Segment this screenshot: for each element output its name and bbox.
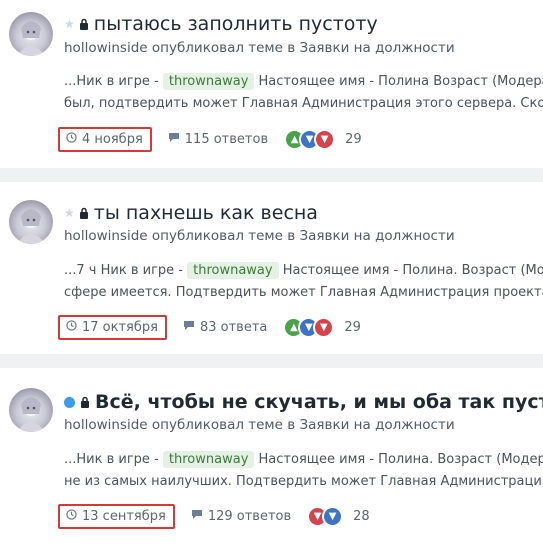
clock-icon <box>66 132 77 147</box>
unread-dot-icon <box>64 396 75 408</box>
byline: hollowinside опубликовал теме в Заявки н… <box>64 228 455 244</box>
reaction-score: 29 <box>344 320 361 335</box>
highlight-tag: thrownaway <box>162 451 255 468</box>
snippet-text: ...Ник в игре - <box>64 452 159 467</box>
reactions[interactable]: ▼ ▼ <box>307 506 344 527</box>
downvote-red-icon: ▼ <box>314 129 336 150</box>
snippet-text: ...Ник в игре - <box>64 74 159 89</box>
avatar[interactable] <box>9 388 53 432</box>
star-icon: ★ <box>64 206 75 220</box>
date-highlight[interactable]: 13 сентября <box>58 504 175 529</box>
comment-icon <box>168 132 180 147</box>
byline-text: опубликовал теме в Заявки на должности <box>151 228 455 244</box>
downvote-blue-icon: ▼ <box>322 506 344 527</box>
answers-count[interactable]: 115 ответов <box>168 132 268 147</box>
thread-title[interactable]: ты пахнешь как весна <box>94 202 318 224</box>
snippet-line: был, подтвердить может Главная Администр… <box>64 96 543 111</box>
snippet-text: Настоящее имя - Полина Возраст (Модерато… <box>258 74 543 89</box>
answers-count[interactable]: 83 ответа <box>183 320 267 335</box>
reactions[interactable]: ▲ ▼ ▼ <box>283 317 335 338</box>
author-link[interactable]: hollowinside <box>64 417 148 433</box>
star-icon: ★ <box>64 17 75 31</box>
clock-icon <box>66 320 77 335</box>
downvote-red-icon: ▼ <box>313 317 335 338</box>
post-date: 17 октября <box>82 320 158 335</box>
thread-card: Всё, чтобы не скучать, и мы оба так пуст… <box>0 368 543 550</box>
snippet-line: не из самых наилучших. Подтвердить может… <box>64 474 543 489</box>
thread-title[interactable]: Всё, чтобы не скучать, и мы оба так пуст… <box>95 391 543 413</box>
byline: hollowinside опубликовал теме в Заявки н… <box>64 40 455 56</box>
thread-card: ★ пытаюсь заполнить пустоту hollowinside… <box>0 0 543 168</box>
byline: hollowinside опубликовал теме в Заявки н… <box>64 417 455 433</box>
thread-card: ★ ты пахнешь как весна hollowinside опуб… <box>0 182 543 354</box>
avatar[interactable] <box>9 12 53 56</box>
date-highlight[interactable]: 4 ноября <box>58 127 152 152</box>
author-link[interactable]: hollowinside <box>64 228 148 244</box>
clock-icon <box>66 509 77 524</box>
lock-icon <box>80 393 90 412</box>
snippet-line: сфере имеется. Подтвердить может Главная… <box>64 285 543 300</box>
comment-icon <box>191 509 203 524</box>
highlight-tag: thrownaway <box>187 262 279 279</box>
reactions[interactable]: ▲ ▼ ▼ <box>284 129 336 150</box>
byline-text: опубликовал теме в Заявки на должности <box>151 40 455 56</box>
snippet-text: Настоящее имя - Полина. Возраст (Модерат… <box>258 452 543 467</box>
post-date: 4 ноября <box>82 132 143 147</box>
thread-title[interactable]: пытаюсь заполнить пустоту <box>94 13 378 35</box>
lock-icon <box>79 15 89 34</box>
snippet-text: Настоящее имя - Полина. Возраст (Модерат <box>282 263 543 278</box>
highlight-tag: thrownaway <box>162 73 255 90</box>
thread-meta: 17 октября 83 ответа ▲ ▼ ▼ 29 <box>58 313 361 342</box>
reaction-score: 29 <box>345 132 362 147</box>
post-date: 13 сентября <box>82 509 166 524</box>
author-link[interactable]: hollowinside <box>64 40 148 56</box>
thread-meta: 13 сентября 129 ответов ▼ ▼ 28 <box>58 502 370 531</box>
lock-icon <box>79 204 89 223</box>
snippet-text: ...7 ч Ник в игре - <box>64 263 183 278</box>
comment-icon <box>183 320 195 335</box>
reaction-score: 28 <box>353 509 370 524</box>
post-snippet: ...Ник в игре - thrownaway Настоящее имя… <box>64 71 543 115</box>
date-highlight[interactable]: 17 октября <box>58 315 167 340</box>
post-snippet: ...7 ч Ник в игре - thrownaway Настоящее… <box>64 260 543 304</box>
byline-text: опубликовал теме в Заявки на должности <box>151 417 455 433</box>
thread-meta: 4 ноября 115 ответов ▲ ▼ ▼ 29 <box>58 125 362 154</box>
avatar[interactable] <box>9 200 53 244</box>
answers-count[interactable]: 129 ответов <box>191 509 291 524</box>
post-snippet: ...Ник в игре - thrownaway Настоящее имя… <box>64 449 543 493</box>
